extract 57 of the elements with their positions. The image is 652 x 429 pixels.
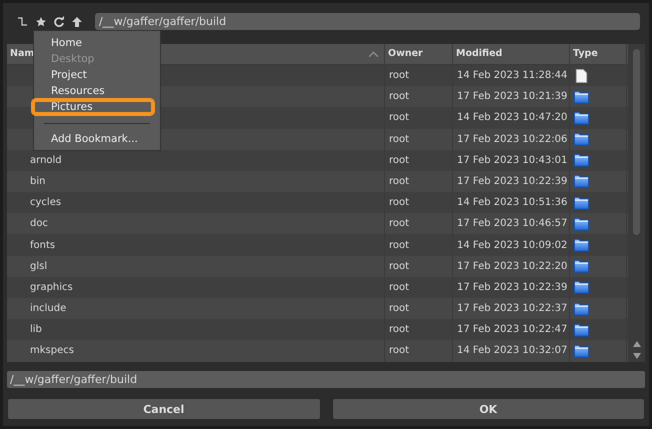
table-cell: root: [389, 240, 410, 251]
table-cell: 14 Feb 2023 10:47:20: [457, 112, 568, 124]
table-cell: root: [389, 324, 410, 336]
table-cell: root: [389, 134, 410, 145]
cancel-button[interactable]: Cancel: [7, 398, 320, 420]
scroll-down-icon[interactable]: [632, 353, 640, 359]
table-cell: root: [389, 70, 410, 82]
table-cell: 14 Feb 2023 10:51:36: [457, 197, 568, 208]
table-cell: 17 Feb 2023 10:22:06: [457, 134, 568, 145]
table-cell: 17 Feb 2023 10:22:47: [457, 324, 568, 336]
star-icon[interactable]: [35, 16, 47, 28]
column-header[interactable]: Type: [570, 44, 627, 64]
table-cell: 17 Feb 2023 10:46:57: [457, 218, 568, 230]
path-field[interactable]: /__w/gaffer/gaffer/build: [7, 371, 645, 388]
table-cell: arnold: [30, 154, 62, 166]
scrollbar[interactable]: [628, 44, 645, 362]
refresh-icon[interactable]: [53, 16, 65, 28]
table-cell: root: [389, 176, 410, 187]
column-header[interactable]: Owner: [385, 44, 453, 64]
table-cell: 17 Feb 2023 10:22:39: [457, 282, 568, 293]
menu-item[interactable]: Project: [32, 67, 154, 83]
table-cell: root: [389, 303, 410, 314]
column-header[interactable]: Modified: [453, 44, 570, 64]
table-cell: mkspecs: [30, 345, 74, 356]
scroll-up-icon[interactable]: [632, 341, 640, 347]
table-cell: root: [389, 260, 410, 272]
up-arrow-icon[interactable]: [71, 16, 83, 28]
table-cell: 17 Feb 2023 10:22:39: [457, 176, 568, 187]
path-field[interactable]: /__w/gaffer/gaffer/build: [95, 13, 640, 30]
table-cell: doc: [30, 218, 48, 230]
table-cell: include: [30, 303, 66, 314]
table-cell: root: [389, 282, 410, 293]
table-cell: 14 Feb 2023 10:32:07: [457, 345, 568, 356]
menu-item[interactable]: Add Bookmark...: [32, 131, 154, 147]
table-cell: 14 Feb 2023 10:09:02: [457, 240, 568, 251]
ok-button[interactable]: OK: [332, 398, 645, 420]
table-cell: 17 Feb 2023 10:22:20: [457, 260, 568, 272]
table-cell: root: [389, 197, 410, 208]
table-cell: root: [389, 91, 410, 102]
table-cell: bin: [30, 176, 46, 187]
table-cell: root: [389, 112, 410, 124]
table-cell: lib: [30, 324, 42, 336]
table-cell: fonts: [30, 240, 56, 251]
table-cell: root: [389, 218, 410, 230]
table-cell: root: [389, 154, 410, 166]
table-cell: graphics: [30, 282, 73, 293]
table-cell: glsl: [30, 260, 48, 272]
table-cell: 17 Feb 2023 10:43:01: [457, 154, 568, 166]
table-cell: 17 Feb 2023 10:21:39: [457, 91, 568, 102]
table-cell: 14 Feb 2023 11:28:44: [457, 70, 568, 82]
dotted-path-icon[interactable]: [17, 16, 29, 28]
scrollbar-thumb[interactable]: [633, 48, 640, 235]
menu-item[interactable]: Pictures: [32, 99, 154, 115]
menu-item[interactable]: Resources: [32, 83, 154, 99]
table-cell: cycles: [30, 197, 62, 208]
table-cell: root: [389, 345, 410, 356]
table-cell: 17 Feb 2023 10:22:37: [457, 303, 568, 314]
